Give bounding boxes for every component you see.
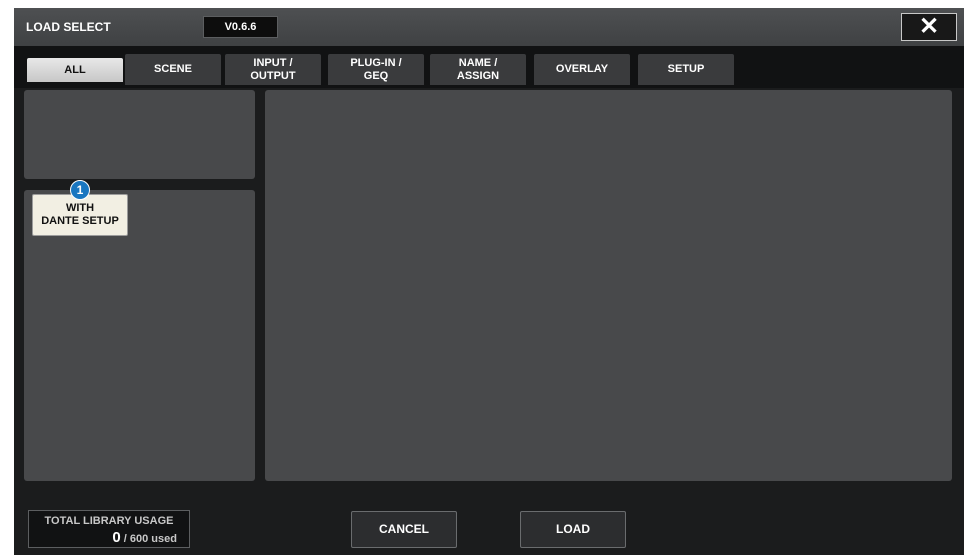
tab-setup[interactable]: SETUP [638, 54, 734, 85]
tab-label: OVERLAY [555, 63, 609, 75]
usage-suffix: / 600 used [120, 533, 177, 545]
dante-button-line2: DANTE SETUP [41, 215, 119, 227]
tab-label-line2: OUTPUT [250, 69, 296, 82]
total-library-usage: TOTAL LIBRARY USAGE 0 / 600 used [28, 510, 190, 548]
version-display: V0.6.6 [203, 16, 278, 38]
load-button[interactable]: LOAD [520, 511, 626, 548]
tab-label-line1: INPUT / [253, 56, 293, 69]
tab-label-line2: GEQ [363, 69, 389, 82]
options-panel: WITH DANTE SETUP [24, 190, 255, 481]
tab-name-assign[interactable]: NAME / ASSIGN [430, 54, 526, 85]
title-bar: LOAD SELECT V0.6.6 ✕ [14, 8, 964, 46]
window-title: LOAD SELECT [26, 20, 111, 34]
close-button[interactable]: ✕ [901, 13, 957, 41]
tab-label: ALL [64, 63, 86, 76]
library-list-panel[interactable] [265, 90, 952, 481]
tab-label-line2: ASSIGN [456, 69, 500, 82]
tab-label: SCENE [154, 63, 192, 75]
usage-count: 0 [112, 529, 121, 546]
tab-overlay[interactable]: OVERLAY [534, 54, 630, 85]
top-left-panel [24, 90, 255, 179]
dante-button-line1: WITH [65, 202, 95, 214]
tab-label-line1: NAME / [458, 56, 498, 69]
tab-input-output[interactable]: INPUT / OUTPUT [225, 54, 321, 85]
with-dante-setup-button[interactable]: WITH DANTE SETUP [32, 194, 128, 236]
cancel-button[interactable]: CANCEL [351, 511, 457, 548]
tab-plugin-geq[interactable]: PLUG-IN / GEQ [328, 54, 424, 85]
load-select-window: LOAD SELECT V0.6.6 ✕ ALL SCENE INPUT / O… [14, 8, 964, 555]
tab-scene[interactable]: SCENE [125, 54, 221, 85]
close-icon: ✕ [918, 13, 940, 40]
usage-label: TOTAL LIBRARY USAGE [44, 515, 174, 527]
usage-value: 0 / 600 used [112, 529, 177, 546]
tab-bar: ALL SCENE INPUT / OUTPUT PLUG-IN / GEQ N… [14, 46, 964, 88]
tab-all[interactable]: ALL [27, 58, 123, 82]
tab-label-line1: PLUG-IN / [350, 56, 402, 69]
callout-badge: 1 [70, 180, 90, 200]
tab-label: SETUP [667, 63, 705, 75]
